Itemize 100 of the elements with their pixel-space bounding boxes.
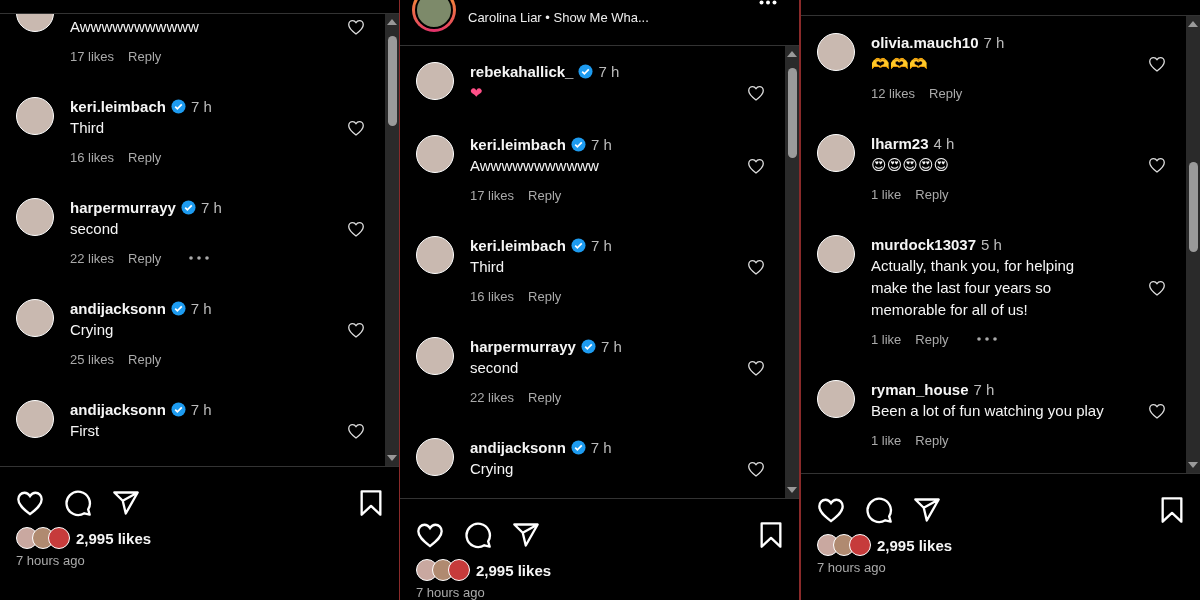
like-icon[interactable]: [1148, 157, 1166, 173]
avatar-photo[interactable]: [16, 198, 54, 236]
username[interactable]: andijacksonn: [470, 438, 566, 456]
like-icon[interactable]: [747, 158, 765, 174]
scrollbar[interactable]: [385, 14, 399, 466]
username[interactable]: andijacksonn: [70, 400, 166, 418]
comment-time: 7 h: [590, 236, 612, 254]
username[interactable]: ryman_house: [871, 380, 969, 398]
scroll-up-icon[interactable]: [787, 51, 797, 57]
like-icon[interactable]: [347, 423, 365, 439]
comment-time: 7 h: [590, 438, 612, 456]
comment-icon[interactable]: [464, 521, 492, 549]
like-count[interactable]: 2,995 likes: [877, 536, 953, 554]
like-count: 1 like: [871, 331, 902, 347]
reply-link[interactable]: Reply: [128, 351, 162, 367]
reply-link[interactable]: Reply: [128, 250, 162, 266]
like-count: 1 like: [871, 186, 902, 202]
comment-text: Actually, thank you, for helping make the last four years so memorable for all of us!: [871, 256, 1076, 320]
comment-time: 7 h: [600, 337, 622, 355]
like-icon[interactable]: [1148, 280, 1166, 296]
comment-text: Third: [70, 118, 105, 138]
avatar-photo[interactable]: [16, 400, 54, 438]
scroll-up-icon[interactable]: [1188, 21, 1198, 27]
avatar-photo[interactable]: [416, 438, 454, 476]
reply-link[interactable]: Reply: [128, 149, 162, 165]
avatar-photo[interactable]: [416, 236, 454, 274]
scrollbar-thumb[interactable]: [387, 36, 397, 126]
send-icon[interactable]: [512, 521, 540, 549]
like-count: 22 likes: [470, 389, 515, 405]
username[interactable]: keri.leimbach: [470, 236, 566, 254]
username[interactable]: andijacksonn: [70, 299, 166, 317]
like-count[interactable]: 2,995 likes: [476, 561, 552, 579]
avatar-photo: [448, 559, 470, 581]
more-icon[interactable]: [976, 337, 997, 341]
comment-text: Crying: [470, 459, 514, 479]
like-count: 25 likes: [70, 351, 115, 367]
scroll-up-icon[interactable]: [387, 19, 397, 25]
like-icon[interactable]: [747, 461, 765, 477]
avatar-photo[interactable]: [416, 62, 454, 100]
post-time: 7 hours ago: [416, 585, 486, 600]
comment-text: Awwwwwwwwwww: [470, 156, 599, 176]
comment-icon[interactable]: [64, 489, 92, 517]
username[interactable]: rebekahallick_: [470, 62, 574, 80]
avatar-photo[interactable]: [416, 337, 454, 375]
like-icon[interactable]: [747, 85, 765, 101]
username[interactable]: keri.leimbach: [470, 135, 566, 153]
reply-link[interactable]: Reply: [929, 85, 963, 101]
avatar-photo[interactable]: [16, 97, 54, 135]
avatar-photo[interactable]: [817, 235, 855, 273]
like-count: 12 likes: [871, 85, 916, 101]
bookmark-icon[interactable]: [1160, 496, 1184, 524]
like-count: 17 likes: [70, 48, 115, 64]
reply-link[interactable]: Reply: [915, 331, 949, 347]
like-icon[interactable]: [347, 120, 365, 136]
send-icon[interactable]: [913, 496, 941, 524]
like-count: 17 likes: [470, 187, 515, 203]
comment-time: 4 h: [933, 134, 955, 152]
username[interactable]: lharm23: [871, 134, 929, 152]
username[interactable]: harpermurrayy: [470, 337, 576, 355]
like-count[interactable]: 2,995 likes: [76, 529, 152, 547]
reply-link[interactable]: Reply: [915, 186, 949, 202]
send-icon[interactable]: [112, 489, 140, 517]
avatar-photo[interactable]: [416, 135, 454, 173]
bookmark-icon[interactable]: [759, 521, 783, 549]
like-icon[interactable]: [747, 259, 765, 275]
avatar-photo[interactable]: [817, 33, 855, 71]
avatar-photo[interactable]: [817, 134, 855, 172]
reply-link[interactable]: Reply: [528, 389, 562, 405]
scroll-down-icon[interactable]: [787, 487, 797, 493]
avatar-photo[interactable]: [817, 380, 855, 418]
like-icon[interactable]: [347, 19, 365, 35]
scroll-down-icon[interactable]: [387, 455, 397, 461]
like-icon[interactable]: [747, 360, 765, 376]
avatar-photo[interactable]: [412, 0, 456, 32]
bookmark-icon[interactable]: [359, 489, 383, 517]
like-count: 1 like: [871, 432, 902, 448]
comment-time: 7 h: [190, 400, 212, 418]
reply-link[interactable]: Reply: [528, 288, 562, 304]
username[interactable]: murdock13037: [871, 235, 977, 253]
more-icon[interactable]: [189, 256, 210, 260]
like-icon[interactable]: [347, 221, 365, 237]
reply-link[interactable]: Reply: [128, 48, 162, 64]
avatar-photo[interactable]: [16, 299, 54, 337]
more-icon[interactable]: [759, 0, 777, 5]
comment-time: 7 h: [190, 299, 212, 317]
scrollbar-thumb[interactable]: [1188, 162, 1198, 252]
username[interactable]: keri.leimbach: [70, 97, 166, 115]
scrollbar-thumb[interactable]: [787, 68, 797, 158]
scroll-down-icon[interactable]: [1188, 462, 1198, 468]
username[interactable]: olivia.mauch10: [871, 33, 979, 51]
scrollbar[interactable]: [1186, 16, 1200, 473]
like-icon[interactable]: [1148, 56, 1166, 72]
like-icon[interactable]: [1148, 403, 1166, 419]
comment-icon[interactable]: [865, 496, 893, 524]
reply-link[interactable]: Reply: [528, 187, 562, 203]
reply-link[interactable]: Reply: [915, 432, 949, 448]
scrollbar[interactable]: [785, 46, 799, 498]
audio-subtitle[interactable]: Carolina Liar • Show Me Wha...: [468, 10, 649, 25]
like-icon[interactable]: [347, 322, 365, 338]
username[interactable]: harpermurrayy: [70, 198, 176, 216]
